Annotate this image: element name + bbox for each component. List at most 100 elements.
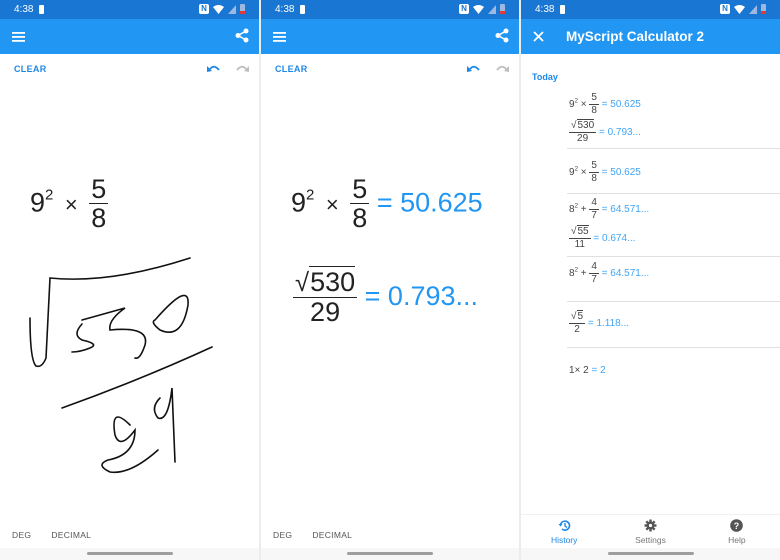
- nfc-icon: N: [199, 4, 209, 14]
- result-2: = 0.793...: [364, 280, 478, 311]
- radicand: 5: [576, 310, 584, 322]
- expression-2: √530 29 = 0.793...: [293, 266, 478, 328]
- close-icon[interactable]: [533, 31, 544, 42]
- menu-icon[interactable]: [12, 31, 25, 42]
- numerator: √5: [569, 310, 586, 324]
- share-icon[interactable]: [495, 28, 509, 43]
- result-1: = 50.625: [376, 187, 483, 218]
- numerator: 5: [589, 92, 599, 105]
- status-time: 4:38: [275, 4, 295, 15]
- result: = 0.793...: [598, 126, 641, 138]
- home-gesture-pill[interactable]: [347, 552, 433, 555]
- signal-icon: [488, 4, 496, 14]
- battery-icon: [240, 4, 245, 14]
- fraction: 58: [589, 92, 599, 116]
- operator: +: [580, 267, 587, 279]
- undo-icon[interactable]: [207, 64, 221, 73]
- numerator: 4: [589, 197, 599, 210]
- result: = 64.571...: [601, 267, 650, 279]
- system-nav-bar: [0, 548, 259, 560]
- system-nav-bar: [521, 548, 780, 560]
- exponent: 2: [45, 186, 54, 204]
- numerator: 5: [350, 174, 370, 205]
- redo-icon[interactable]: [235, 64, 249, 73]
- result: = 50.625: [601, 98, 641, 110]
- radicand: 530: [309, 266, 356, 297]
- operator: ×: [325, 191, 339, 217]
- share-icon[interactable]: [235, 28, 249, 43]
- home-gesture-pill[interactable]: [607, 552, 694, 555]
- clear-button[interactable]: CLEAR: [275, 64, 308, 74]
- number-format-button[interactable]: DECIMAL: [51, 530, 91, 540]
- history-divider: [567, 256, 780, 257]
- app-bar: [261, 19, 519, 54]
- numerator: √55: [569, 225, 591, 239]
- tab-help[interactable]: ? Help: [694, 515, 780, 548]
- exponent: 2: [574, 267, 578, 274]
- history-item[interactable]: 82 + 47 = 64.571...: [569, 261, 650, 284]
- result: = 64.571...: [601, 203, 650, 215]
- exponent: 2: [574, 203, 578, 210]
- exponent: 2: [574, 98, 578, 105]
- fraction: 5 8: [89, 175, 109, 234]
- clear-button[interactable]: CLEAR: [14, 64, 47, 74]
- undo-icon[interactable]: [467, 64, 481, 73]
- status-bar: 4:38 N: [0, 0, 259, 19]
- base: 9: [291, 187, 307, 218]
- ink-stroke-0: [152, 294, 189, 333]
- history-item[interactable]: 92 × 58 = 50.625: [569, 160, 641, 183]
- history-item[interactable]: 92 × 58 = 50.625: [569, 92, 641, 116]
- history-item[interactable]: 1× 2 = 2: [569, 365, 606, 376]
- base: 9: [30, 187, 46, 218]
- signal-icon: [749, 4, 757, 14]
- history-divider: [567, 148, 780, 149]
- numerator: 4: [589, 261, 599, 274]
- home-gesture-pill[interactable]: [86, 552, 173, 555]
- history-icon: [558, 519, 570, 531]
- gear-icon: [644, 519, 657, 531]
- svg-text:?: ?: [734, 521, 740, 531]
- fraction: √5 2: [569, 310, 586, 335]
- ink-stroke-5b: [81, 307, 147, 360]
- app-bar: [0, 19, 259, 54]
- tab-label: History: [550, 534, 578, 545]
- section-header-today: Today: [532, 72, 558, 82]
- exponent: 2: [574, 166, 578, 173]
- tab-label: Settings: [635, 534, 666, 545]
- handwriting-ink[interactable]: [0, 240, 259, 480]
- history-divider: [567, 301, 780, 302]
- history-item[interactable]: √5 2 = 1.118...: [569, 310, 629, 335]
- battery-saver-icon: [39, 5, 45, 14]
- angle-mode-button[interactable]: DEG: [12, 530, 31, 540]
- history-item[interactable]: √55 11 = 0.674...: [569, 225, 635, 250]
- history-divider: [567, 193, 780, 194]
- denominator: 7: [591, 209, 597, 221]
- battery-saver-icon: [560, 5, 566, 14]
- history-item[interactable]: √530 29 = 0.793...: [569, 119, 641, 144]
- screen-handwriting: 4:38 N CLEAR 92 × 5 8 DEG DECIMAL: [0, 0, 259, 560]
- bottom-navigation: History Settings ? Help: [521, 514, 780, 548]
- history-item[interactable]: 82 + 47 = 64.571...: [569, 197, 650, 221]
- denominator: 8: [591, 104, 597, 116]
- status-time: 4:38: [14, 4, 34, 15]
- expression-1: 92 × 5 8 = 50.625: [291, 175, 483, 234]
- angle-mode-button[interactable]: DEG: [273, 530, 292, 540]
- redo-icon[interactable]: [495, 64, 509, 73]
- tab-label: Help: [728, 534, 746, 545]
- number-format-button[interactable]: DECIMAL: [312, 530, 352, 540]
- fraction: √55 11: [569, 225, 591, 250]
- fraction: 47: [589, 197, 599, 221]
- ink-stroke-5: [71, 323, 95, 353]
- tab-history[interactable]: History: [521, 515, 607, 548]
- tab-settings[interactable]: Settings: [607, 515, 693, 548]
- denominator: 11: [574, 238, 585, 250]
- status-time: 4:38: [535, 4, 555, 15]
- numerator: √530: [569, 119, 597, 133]
- wifi-icon: [213, 4, 224, 14]
- help-icon: ?: [730, 518, 744, 532]
- result: = 2: [591, 365, 606, 376]
- app-bar: MyScript Calculator 2: [521, 19, 780, 54]
- menu-icon[interactable]: [273, 31, 286, 42]
- result: = 50.625: [601, 166, 641, 178]
- battery-icon: [500, 4, 505, 14]
